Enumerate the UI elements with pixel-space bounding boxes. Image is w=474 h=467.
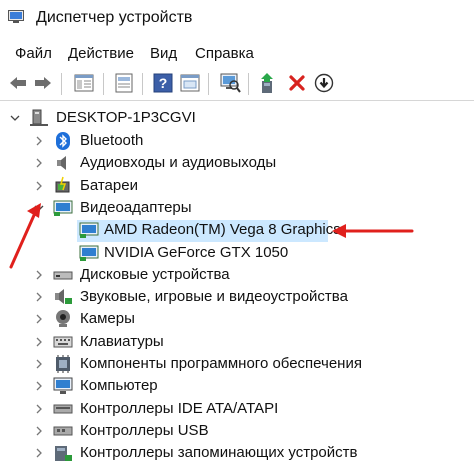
properties-icon[interactable] [112, 71, 136, 95]
device-manager-app-icon [8, 10, 24, 23]
expand-chevron-icon[interactable] [33, 357, 45, 371]
tree-category-item[interactable]: Дисковые устройства [0, 264, 474, 286]
tree-category-item[interactable]: Контроллеры IDE ATA/ATAPI [0, 398, 474, 420]
update-driver-icon[interactable] [257, 71, 281, 95]
expand-chevron-icon[interactable] [33, 335, 45, 349]
expand-chevron-icon[interactable] [33, 424, 45, 438]
tree-device-label: AMD Radeon(TM) Vega 8 Graphics [104, 221, 341, 239]
tree-category-label: Bluetooth [80, 132, 144, 149]
display-adapter-icon [79, 221, 99, 239]
display-adapter-icon [79, 244, 99, 262]
collapse-chevron-icon[interactable] [9, 111, 21, 125]
annotation-arrow-selected [332, 224, 414, 238]
view-icon[interactable] [178, 71, 202, 95]
tree-category-label: Контроллеры IDE ATA/ATAPI [80, 399, 279, 417]
tree-category-label: Компоненты программного обеспечения [80, 355, 362, 372]
tree-category-item[interactable]: Контроллеры запоминающих устройств [0, 442, 474, 464]
forward-icon[interactable] [31, 71, 55, 95]
expand-chevron-icon[interactable] [33, 290, 45, 304]
annotation-arrow-expand [9, 203, 41, 269]
monitor-icon [53, 199, 73, 217]
tree-root[interactable]: DESKTOP-1P3CGVI [0, 107, 474, 129]
sound-device-icon [53, 288, 73, 306]
usb-controller-icon [53, 422, 73, 440]
expand-chevron-icon[interactable] [33, 379, 45, 393]
back-icon[interactable] [6, 71, 30, 95]
tree-category-label: Компьютер [80, 377, 158, 395]
storage-controller-icon [53, 444, 73, 462]
svg-text:?: ? [159, 75, 168, 91]
tree-device-item[interactable]: NVIDIA GeForce GTX 1050 [0, 242, 474, 264]
help-icon[interactable]: ? [151, 71, 175, 95]
disk-drive-icon [53, 266, 73, 284]
disable-device-icon[interactable] [312, 71, 336, 95]
uninstall-icon[interactable] [285, 71, 309, 95]
computer-icon [53, 377, 73, 395]
tree-category-item[interactable]: Звуковые, игровые и видеоустройства [0, 286, 474, 308]
tree-category-label: Клавиатуры [80, 332, 164, 350]
tree-category-item[interactable]: Видеоадаптеры [0, 197, 474, 219]
tree-category-item[interactable]: Bluetooth [0, 130, 474, 152]
tree-category-item[interactable]: Компьютер [0, 375, 474, 397]
device-tree: DESKTOP-1P3CGVI Bluetooth Аудиовходы и ау… [0, 101, 474, 467]
tree-root-label: DESKTOP-1P3CGVI [56, 109, 196, 126]
tree-category-item[interactable]: Камеры [0, 308, 474, 330]
computer-icon [29, 109, 49, 127]
expand-chevron-icon[interactable] [33, 156, 45, 170]
menu-bar: Файл Действие Вид Справка [0, 38, 474, 68]
toolbar: ? [0, 66, 474, 101]
title-bar: Диспетчер устройств [0, 0, 474, 38]
tree-category-item[interactable]: Контроллеры USB [0, 420, 474, 442]
expand-chevron-icon[interactable] [33, 312, 45, 326]
tree-device-label: NVIDIA GeForce GTX 1050 [104, 243, 289, 261]
tree-category-item[interactable]: Компоненты программного обеспечения [0, 353, 474, 375]
tree-category-item[interactable]: Батареи [0, 175, 474, 197]
tree-category-label: Контроллеры запоминающих устройств [80, 444, 358, 462]
menu-help[interactable]: Справка [195, 45, 254, 62]
tree-category-label: Звуковые, игровые и видеоустройства [80, 288, 348, 306]
tree-category-label: Дисковые устройства [80, 265, 230, 283]
tree-category-label: Видеоадаптеры [80, 198, 192, 216]
tree-category-label: Камеры [80, 310, 135, 328]
camera-icon [53, 310, 73, 328]
tree-category-label: Контроллеры USB [80, 421, 209, 439]
scan-hardware-icon[interactable] [218, 71, 242, 95]
ide-controller-icon [53, 400, 73, 418]
speaker-icon [53, 154, 73, 172]
window-title: Диспетчер устройств [36, 9, 193, 26]
expand-chevron-icon[interactable] [33, 179, 45, 193]
tree-category-item[interactable]: Клавиатуры [0, 331, 474, 353]
tree-category-item[interactable]: Аудиовходы и аудиовыходы [0, 152, 474, 174]
bluetooth-icon [53, 132, 73, 150]
battery-icon [53, 176, 73, 195]
tree-category-label: Батареи [80, 176, 138, 194]
expand-chevron-icon[interactable] [33, 402, 45, 416]
properties-pane-icon[interactable] [72, 71, 96, 95]
menu-file[interactable]: Файл [15, 45, 52, 62]
keyboard-icon [53, 333, 73, 351]
expand-chevron-icon[interactable] [33, 134, 45, 148]
expand-chevron-icon[interactable] [33, 446, 45, 460]
menu-view[interactable]: Вид [150, 45, 177, 62]
menu-action[interactable]: Действие [68, 45, 134, 62]
software-component-icon [53, 355, 73, 373]
tree-category-label: Аудиовходы и аудиовыходы [80, 154, 277, 172]
